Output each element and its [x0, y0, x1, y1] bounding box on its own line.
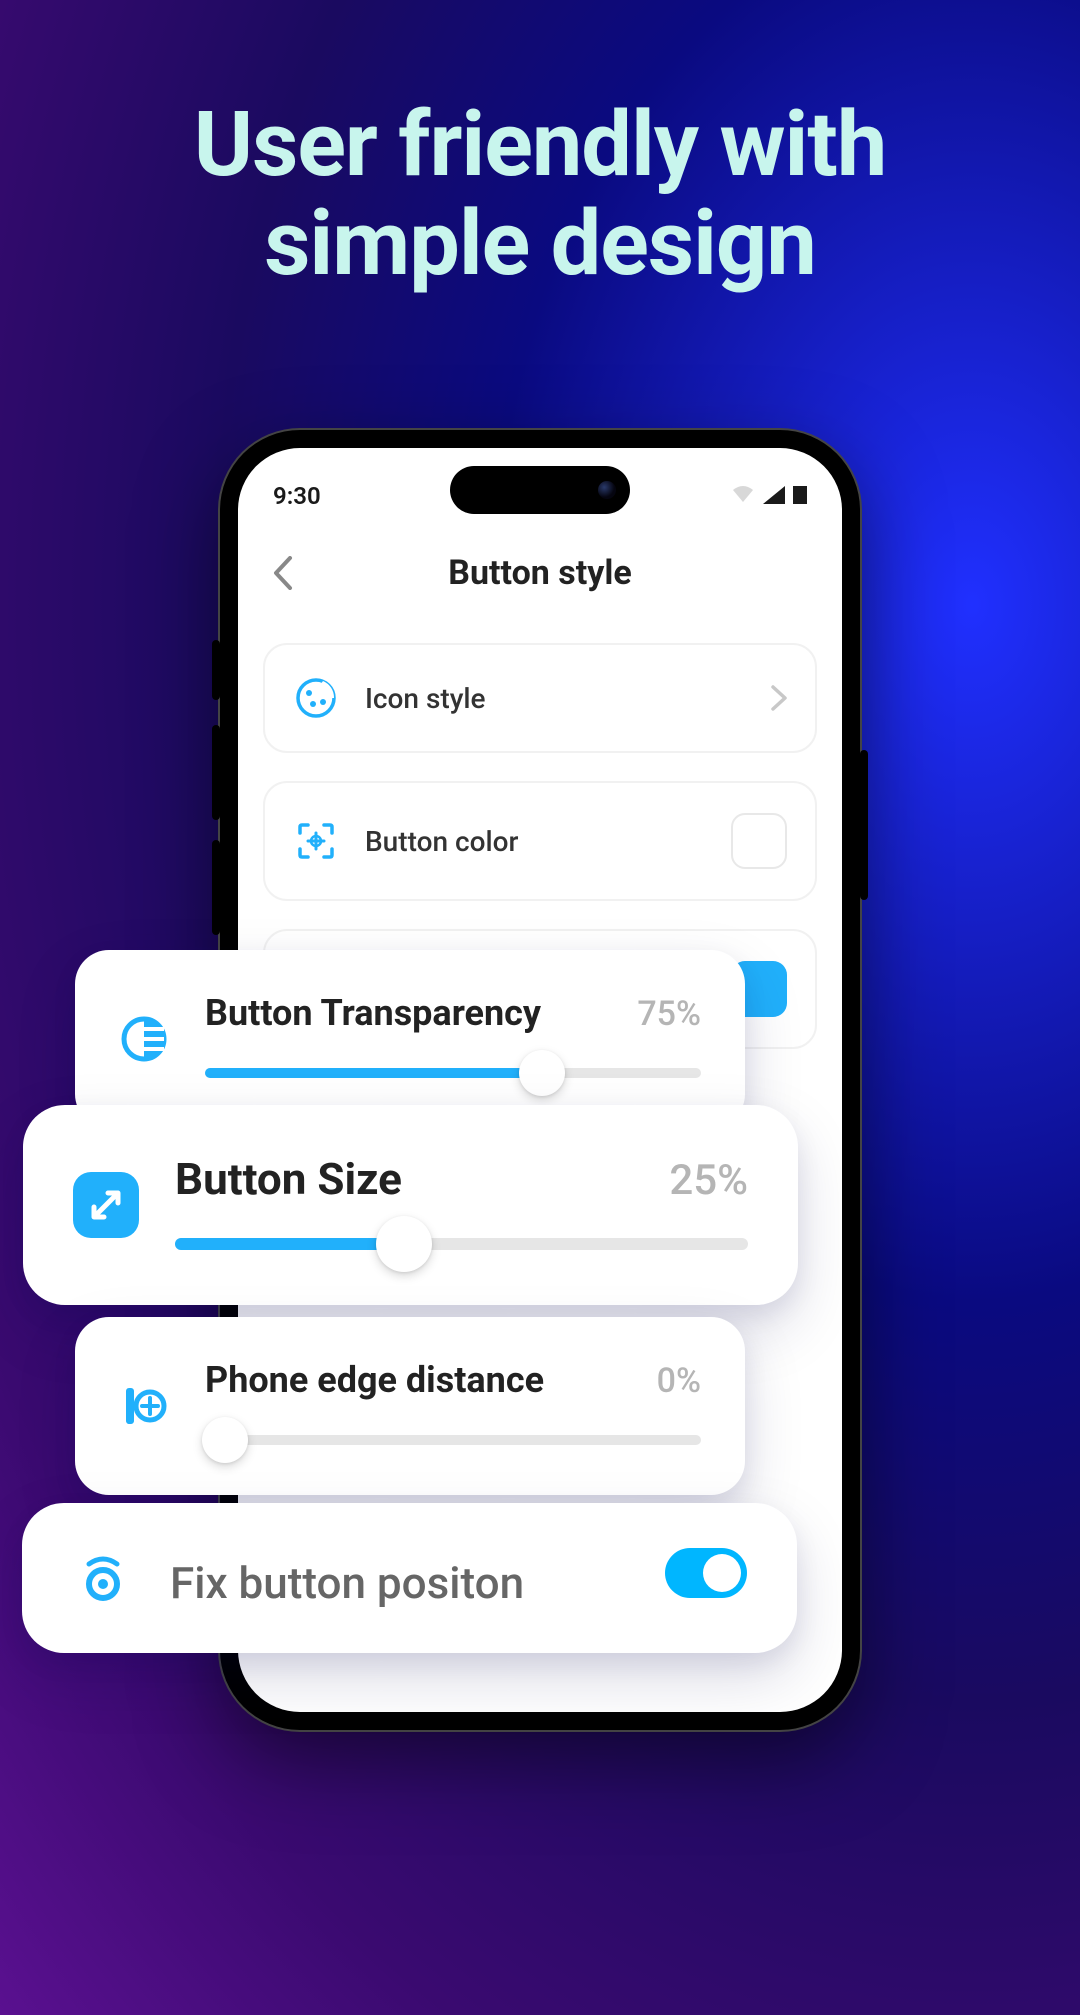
row-label: Icon style: [365, 682, 771, 715]
transparency-slider[interactable]: [205, 1060, 701, 1086]
slider-fill: [205, 1068, 542, 1078]
fix-position-toggle[interactable]: [665, 1548, 747, 1598]
slider-thumb[interactable]: [202, 1417, 248, 1463]
cellular-icon: [763, 482, 785, 510]
slider-label: Button Size: [175, 1153, 402, 1205]
battery-icon: [793, 482, 807, 510]
hero-title: User friendly with simple design: [0, 95, 1080, 293]
edge-distance-icon: [119, 1381, 169, 1431]
dynamic-island: [450, 466, 630, 514]
back-button[interactable]: [263, 553, 303, 593]
hero-line-1: User friendly with: [0, 95, 1080, 194]
screen-header: Button style: [263, 543, 817, 603]
card-button-size: Button Size 25%: [23, 1105, 798, 1305]
slider-value: 75%: [637, 994, 701, 1034]
slider-label: Phone edge distance: [205, 1359, 544, 1401]
hero-line-2: simple design: [0, 194, 1080, 293]
slider-label: Button Transparency: [205, 992, 541, 1034]
selection-frame-icon: [293, 818, 339, 864]
status-time: 9:30: [273, 482, 321, 510]
row-icon-style[interactable]: Icon style: [263, 643, 817, 753]
card-edge-distance: Phone edge distance 0%: [75, 1317, 745, 1495]
row-label: Button color: [365, 825, 731, 858]
resize-icon: [73, 1172, 139, 1238]
toggle-label: Fix button positon: [170, 1557, 524, 1609]
wifi-icon: [731, 482, 755, 510]
pin-icon: [72, 1547, 134, 1609]
slider-track: [205, 1435, 701, 1445]
row-button-color[interactable]: Button color: [263, 781, 817, 901]
palette-icon: [293, 675, 339, 721]
phone-side-button: [212, 640, 220, 700]
chevron-right-icon: [771, 685, 787, 711]
slider-thumb[interactable]: [519, 1050, 565, 1096]
page-title: Button style: [263, 553, 817, 593]
slider-fill: [175, 1238, 404, 1250]
phone-side-button: [860, 750, 868, 900]
size-slider[interactable]: [175, 1231, 748, 1257]
phone-side-button: [212, 725, 220, 820]
slider-thumb[interactable]: [376, 1216, 432, 1272]
color-swatch-empty[interactable]: [731, 813, 787, 869]
front-camera: [598, 481, 616, 499]
slider-value: 25%: [669, 1156, 748, 1205]
edge-slider[interactable]: [205, 1427, 701, 1453]
transparency-icon: [119, 1014, 169, 1064]
card-fix-position: Fix button positon: [22, 1503, 797, 1653]
chevron-left-icon: [272, 556, 294, 590]
card-button-transparency: Button Transparency 75%: [75, 950, 745, 1128]
phone-side-button: [212, 840, 220, 935]
slider-value: 0%: [657, 1361, 701, 1401]
